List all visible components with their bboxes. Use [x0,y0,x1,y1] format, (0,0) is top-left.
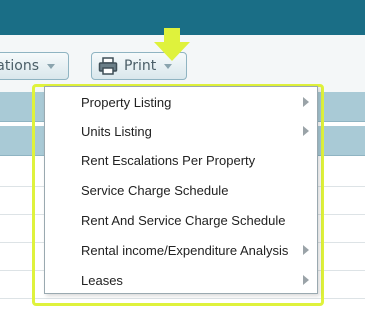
escalations-button[interactable]: ations [0,52,69,80]
menu-item-label: Rental income/Expenditure Analysis [81,242,289,258]
chevron-right-icon [303,97,309,107]
menu-item-property-listing[interactable]: Property Listing [45,87,317,117]
escalations-button-label: ations [0,58,39,74]
menu-item-service-charge-schedule[interactable]: Service Charge Schedule [45,175,317,205]
menu-item-rent-escalations[interactable]: Rent Escalations Per Property [45,145,317,175]
menu-item-label: Property Listing [81,94,172,110]
menu-item-units-listing[interactable]: Units Listing [45,116,317,146]
menu-item-label: Rent And Service Charge Schedule [81,212,286,228]
menu-item-label: Units Listing [81,123,152,139]
pointer-arrow-icon [154,28,190,61]
chevron-down-icon [47,63,55,69]
menu-item-rent-and-service-charge[interactable]: Rent And Service Charge Schedule [45,205,317,235]
printer-icon [98,57,118,75]
menu-item-leases[interactable]: Leases [45,265,317,295]
menu-item-label: Leases [81,272,123,288]
menu-item-rental-income-analysis[interactable]: Rental income/Expenditure Analysis [45,235,317,265]
print-dropdown-menu: Property Listing Units Listing Rent Esca… [44,86,318,294]
chevron-right-icon [303,245,309,255]
chevron-down-icon [164,63,173,69]
menu-item-label: Rent Escalations Per Property [81,152,256,168]
menu-item-label: Service Charge Schedule [81,182,229,198]
chevron-right-icon [303,275,309,285]
chevron-right-icon [303,126,309,136]
